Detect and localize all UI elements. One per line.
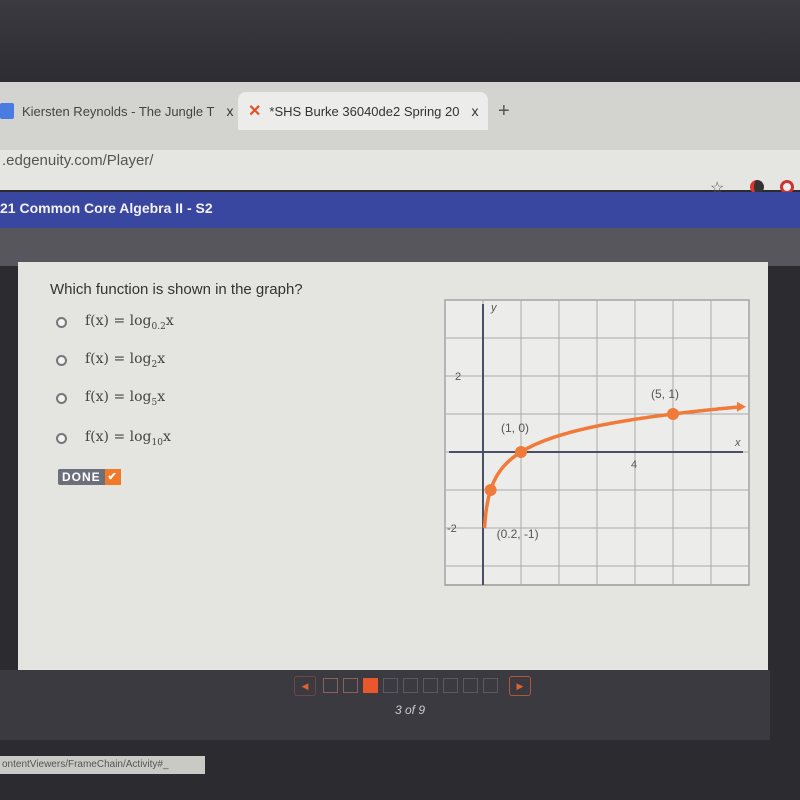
x-axis-label: x [734, 437, 741, 449]
next-button[interactable]: ▶ [509, 676, 531, 696]
x-tick-label: 4 [631, 459, 637, 471]
page-square[interactable] [403, 678, 418, 693]
y-tick-label: 2 [455, 371, 461, 383]
status-url: ontentViewers/FrameChain/Activity#_ [0, 756, 205, 774]
point-label: (1, 0) [501, 421, 529, 435]
page-square[interactable] [483, 678, 498, 693]
data-point [515, 446, 527, 458]
y-tick-label: -2 [447, 523, 457, 535]
page-square[interactable] [463, 678, 478, 693]
data-point [667, 408, 679, 420]
page-square[interactable] [443, 678, 458, 693]
page-square[interactable] [423, 678, 438, 693]
point-label: (5, 1) [651, 387, 679, 401]
page-square[interactable] [323, 678, 338, 693]
prev-button[interactable]: ◀ [294, 676, 316, 696]
page-square[interactable] [383, 678, 398, 693]
page-counter: 3 of 9 [395, 703, 426, 717]
data-point [484, 484, 497, 496]
point-label: (0.2, -1) [497, 527, 539, 541]
page-square[interactable] [363, 678, 378, 693]
page-square[interactable] [343, 678, 358, 693]
